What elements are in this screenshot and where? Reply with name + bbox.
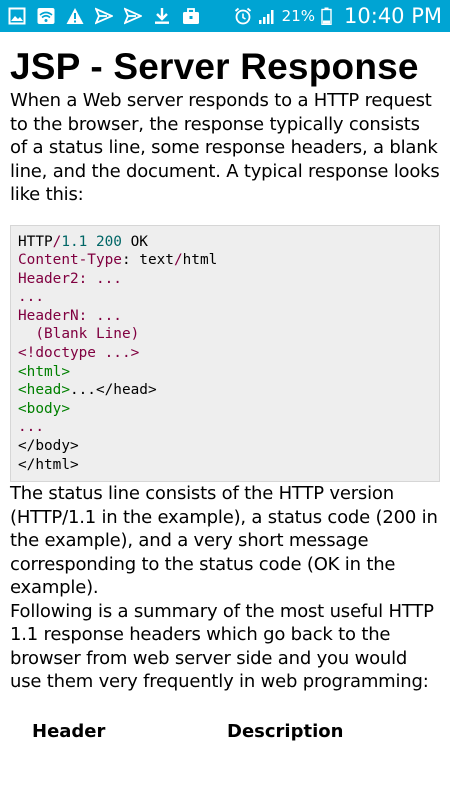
page-title: JSP - Server Response xyxy=(10,46,419,87)
notification-icons xyxy=(8,7,200,25)
table-header-description: Description xyxy=(227,720,344,742)
code-token: ... xyxy=(18,419,44,436)
code-token: ... xyxy=(69,382,96,399)
code-line: <head>...</head> xyxy=(18,381,432,400)
code-line: (Blank Line) xyxy=(18,325,432,344)
code-token: <html> xyxy=(18,363,70,380)
code-token: 1.1 200 xyxy=(61,233,122,250)
battery-percentage: 21% xyxy=(281,7,316,25)
code-token: html xyxy=(182,252,218,269)
alarm-icon xyxy=(234,7,252,25)
code-token: HeaderN: ... xyxy=(18,307,122,324)
table-header-header: Header xyxy=(32,720,106,742)
system-status: 21% 10:40 PM xyxy=(234,4,442,28)
code-line: <!doctype ...> xyxy=(18,344,432,363)
code-token: Content-Type xyxy=(18,252,122,269)
gallery-icon xyxy=(8,7,26,25)
intro-paragraph: When a Web server responds to a HTTP req… xyxy=(10,90,440,205)
article-content: JSP - Server Response When a Web server … xyxy=(0,32,450,742)
send-icon xyxy=(124,7,142,25)
code-token: ... xyxy=(18,289,44,306)
download-icon xyxy=(153,7,171,25)
code-token: : text xyxy=(121,252,174,269)
code-line: <html> xyxy=(18,363,432,382)
code-token: </head> xyxy=(95,382,157,399)
code-token: / xyxy=(173,252,183,269)
code-token: (Blank Line) xyxy=(18,326,140,343)
code-token: <body> xyxy=(18,400,70,417)
code-token: HTTP xyxy=(18,233,53,250)
table-header-row: Header Description xyxy=(10,721,440,742)
code-line: ... xyxy=(18,418,432,437)
code-token: <!doctype ...> xyxy=(18,345,140,362)
code-line: <body> xyxy=(18,400,432,419)
code-line: HTTP/1.1 200 OK xyxy=(18,233,432,252)
code-line: </html> xyxy=(18,456,432,475)
send-icon xyxy=(95,7,113,25)
code-line: ... xyxy=(18,288,432,307)
code-token: </html> xyxy=(18,456,79,473)
wifi-icon xyxy=(37,7,55,25)
warning-icon xyxy=(66,7,84,25)
signal-icon xyxy=(258,7,276,25)
code-line: </body> xyxy=(18,437,432,456)
status-line-paragraph: The status line consists of the HTTP ver… xyxy=(10,483,438,599)
code-block: HTTP/1.1 200 OK Content-Type: text/html He… xyxy=(10,224,440,483)
code-token: <head> xyxy=(18,382,70,399)
summary-paragraph: Following is a summary of the most usefu… xyxy=(10,600,434,693)
code-token: </body> xyxy=(18,438,79,455)
battery-icon xyxy=(321,7,332,25)
code-token: OK xyxy=(121,233,148,250)
briefcase-icon xyxy=(182,7,200,25)
code-line: Content-Type: text/html xyxy=(18,251,432,270)
clock: 10:40 PM xyxy=(344,4,442,28)
status-bar: 21% 10:40 PM xyxy=(0,0,450,32)
code-line: HeaderN: ... xyxy=(18,307,432,326)
code-token: Header2: ... xyxy=(18,270,122,287)
code-line: Header2: ... xyxy=(18,270,432,289)
